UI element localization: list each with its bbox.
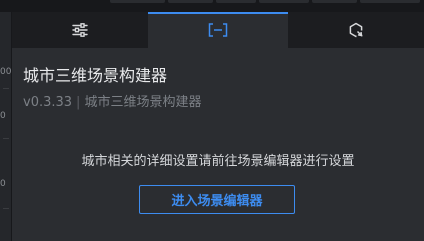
version-text: v0.3.33 (23, 95, 73, 110)
toolbar-segment (360, 0, 420, 3)
toolbar-segment (216, 0, 256, 3)
app-name-text: 城市三维场景构建器 (84, 95, 202, 110)
scene-builder-panel: 城市三维场景构建器 v0.3.33 | 城市三维场景构建器 城市相关的详细设置请前往… (12, 12, 424, 241)
ruler-line (3, 88, 9, 89)
enter-scene-editor-button[interactable]: 进入场景编辑器 (139, 185, 295, 214)
sliders-icon (72, 23, 88, 37)
toolbar-segment (168, 0, 213, 3)
ruler-line (3, 208, 9, 209)
tab-scene-editor[interactable] (148, 12, 288, 48)
toolbar-segment (259, 0, 309, 3)
refresh-icon (349, 22, 363, 38)
panel-tab-bar (12, 12, 424, 48)
ruler-line (3, 138, 9, 139)
ruler-tick-label: 00 (0, 67, 12, 77)
settings-hint-text: 城市相关的详细设置请前往场景编辑器进行设置 (81, 154, 355, 169)
tab-refresh[interactable] (288, 12, 424, 48)
version-line: v0.3.33 | 城市三维场景构建器 (23, 95, 201, 111)
tab-settings[interactable] (12, 12, 148, 48)
panel-title: 城市三维场景构建器 (23, 66, 168, 85)
version-separator: | (76, 95, 81, 110)
ruler-tick-label: 0 (0, 179, 6, 189)
toolbar-segment (312, 0, 357, 3)
left-ruler: 00 0 0 (0, 12, 12, 241)
scene-editor-icon (208, 23, 228, 37)
toolbar-segment (110, 0, 165, 3)
top-toolbar-strip (0, 0, 424, 12)
ruler-tick-label: 0 (0, 111, 6, 121)
